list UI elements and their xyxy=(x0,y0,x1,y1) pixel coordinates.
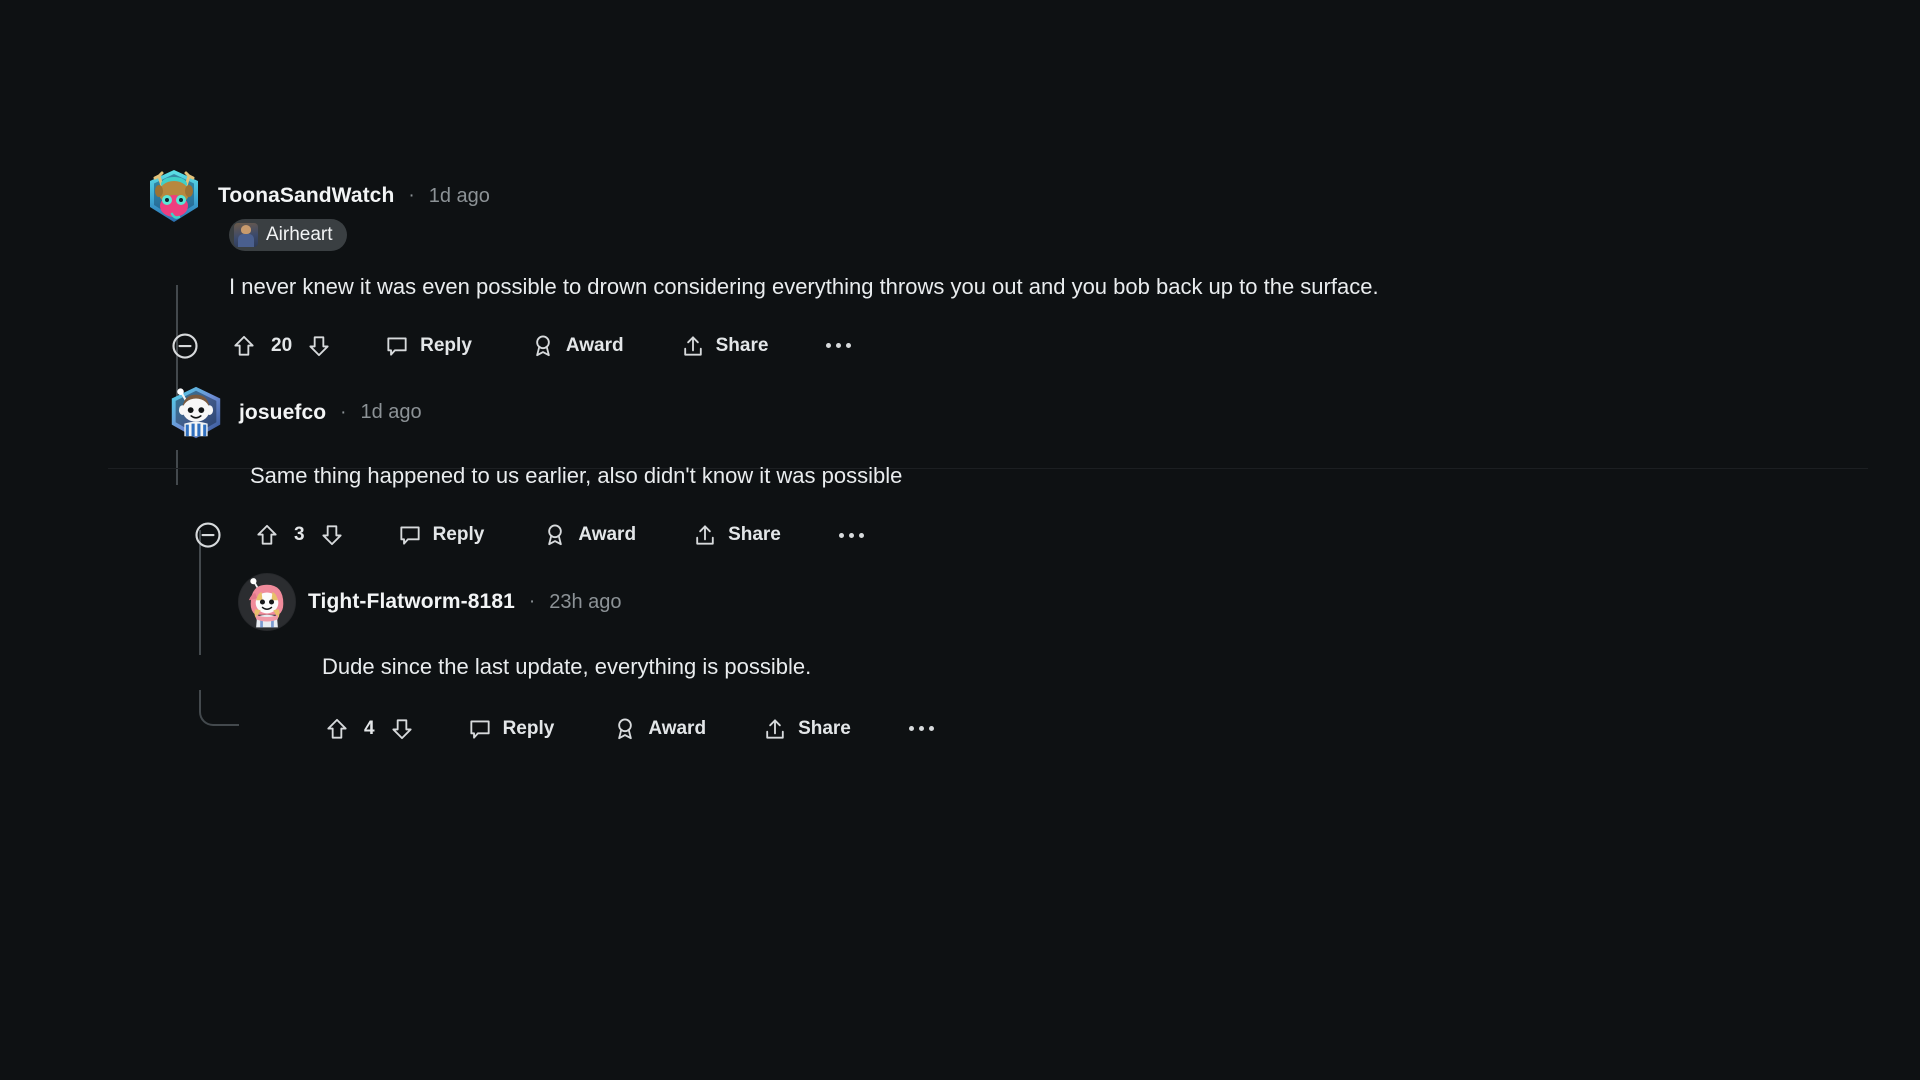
downvote-icon xyxy=(321,525,342,546)
comment-timestamp: 23h ago xyxy=(549,590,622,613)
vote-group: 3 xyxy=(254,522,345,548)
upvote-button[interactable] xyxy=(324,716,350,742)
avatar[interactable] xyxy=(165,382,227,444)
comment-body: Dude since the last update, everything i… xyxy=(322,654,812,680)
downvote-button[interactable] xyxy=(306,333,332,359)
upvote-button[interactable] xyxy=(231,333,257,359)
share-label: Share xyxy=(728,524,781,546)
share-button[interactable]: Share xyxy=(762,716,851,742)
avatar[interactable] xyxy=(238,573,296,632)
collapse-button[interactable] xyxy=(184,520,232,550)
comment-timestamp: 1d ago xyxy=(428,184,490,207)
downvote-icon xyxy=(309,336,329,356)
more-dot xyxy=(858,532,864,538)
more-options-button[interactable] xyxy=(908,726,934,732)
more-dot xyxy=(848,532,854,538)
share-icon xyxy=(766,719,784,739)
more-options-button[interactable] xyxy=(826,343,852,349)
more-options-button[interactable] xyxy=(838,532,864,538)
share-label: Share xyxy=(715,334,769,356)
collapse-button[interactable] xyxy=(161,331,209,361)
more-dot xyxy=(836,343,842,349)
comment-item: josuefco · 1d ago Same thing happened to… xyxy=(0,386,1920,558)
award-icon xyxy=(536,335,550,356)
downvote-icon xyxy=(391,719,412,739)
more-dot xyxy=(918,726,924,732)
user-flair[interactable]: Airheart xyxy=(229,219,347,251)
upvote-icon xyxy=(327,718,347,739)
award-label: Award xyxy=(565,334,624,356)
comment-item: ToonaSandWatch · 1d ago Airheart I never… xyxy=(0,170,1920,368)
avatar-image xyxy=(150,170,198,222)
reply-label: Reply xyxy=(420,334,472,356)
avatar[interactable] xyxy=(142,164,206,228)
header-separator: · xyxy=(408,185,415,206)
downvote-button[interactable] xyxy=(389,716,415,742)
avatar-image xyxy=(171,386,221,438)
award-button[interactable]: Award xyxy=(612,716,706,742)
comment-actions: 20 Reply Award Share xyxy=(161,324,1920,368)
comment-bubble-icon xyxy=(469,720,490,739)
share-icon xyxy=(696,525,714,545)
award-button[interactable]: Award xyxy=(530,333,624,359)
comment-bubble-icon xyxy=(387,337,407,356)
comment-score: 4 xyxy=(364,717,375,739)
comment-actions: 4 Reply Award Share xyxy=(324,707,1920,751)
comment-body: Same thing happened to us earlier, also … xyxy=(250,462,903,488)
share-label: Share xyxy=(798,717,851,739)
comment-actions: 3 Reply Award Share xyxy=(184,513,1920,557)
share-button[interactable]: Share xyxy=(680,333,769,359)
comment-thread: ToonaSandWatch · 1d ago Airheart I never… xyxy=(0,0,1920,1080)
comment-header: ToonaSandWatch · 1d ago xyxy=(145,170,1920,222)
comment-bubble-icon xyxy=(399,526,420,545)
vote-group: 4 xyxy=(324,716,415,742)
collapse-icon xyxy=(195,522,221,548)
collapse-icon xyxy=(172,333,198,359)
comment-item: Tight-Flatworm-8181 · 23h ago Dude since… xyxy=(0,573,1920,751)
more-dot xyxy=(826,343,832,349)
downvote-button[interactable] xyxy=(319,522,345,548)
more-dot xyxy=(928,726,934,732)
comment-author[interactable]: ToonaSandWatch xyxy=(218,184,394,208)
more-dot xyxy=(908,726,914,732)
share-button[interactable]: Share xyxy=(692,522,781,548)
award-icon xyxy=(548,524,563,546)
reply-button[interactable]: Reply xyxy=(384,333,472,359)
reply-label: Reply xyxy=(502,717,555,739)
reply-button[interactable]: Reply xyxy=(397,522,485,548)
comment-author[interactable]: josuefco xyxy=(239,401,326,425)
award-button[interactable]: Award xyxy=(542,522,636,548)
comment-body: I never knew it was even possible to dro… xyxy=(229,274,1379,299)
more-dot xyxy=(846,343,852,349)
reply-label: Reply xyxy=(432,524,485,546)
award-label: Award xyxy=(648,717,707,739)
reply-button[interactable]: Reply xyxy=(467,716,555,742)
header-separator: · xyxy=(340,401,347,423)
award-icon xyxy=(618,718,633,740)
comment-author[interactable]: Tight-Flatworm-8181 xyxy=(308,590,515,614)
award-label: Award xyxy=(578,524,637,546)
comment-score: 20 xyxy=(271,334,293,356)
comment-header: josuefco · 1d ago xyxy=(168,386,1920,438)
user-flair-label: Airheart xyxy=(266,224,333,245)
upvote-icon xyxy=(257,525,277,545)
comment-timestamp: 1d ago xyxy=(360,401,422,424)
comment-header: Tight-Flatworm-8181 · 23h ago xyxy=(238,573,1920,632)
comment-score: 3 xyxy=(294,524,305,546)
user-flair-icon xyxy=(234,223,258,247)
upvote-icon xyxy=(234,335,254,356)
upvote-button[interactable] xyxy=(254,522,280,548)
share-icon xyxy=(683,336,702,356)
avatar-image xyxy=(238,574,296,631)
vote-group: 20 xyxy=(231,333,332,359)
header-separator: · xyxy=(528,591,536,613)
more-dot xyxy=(838,532,844,538)
